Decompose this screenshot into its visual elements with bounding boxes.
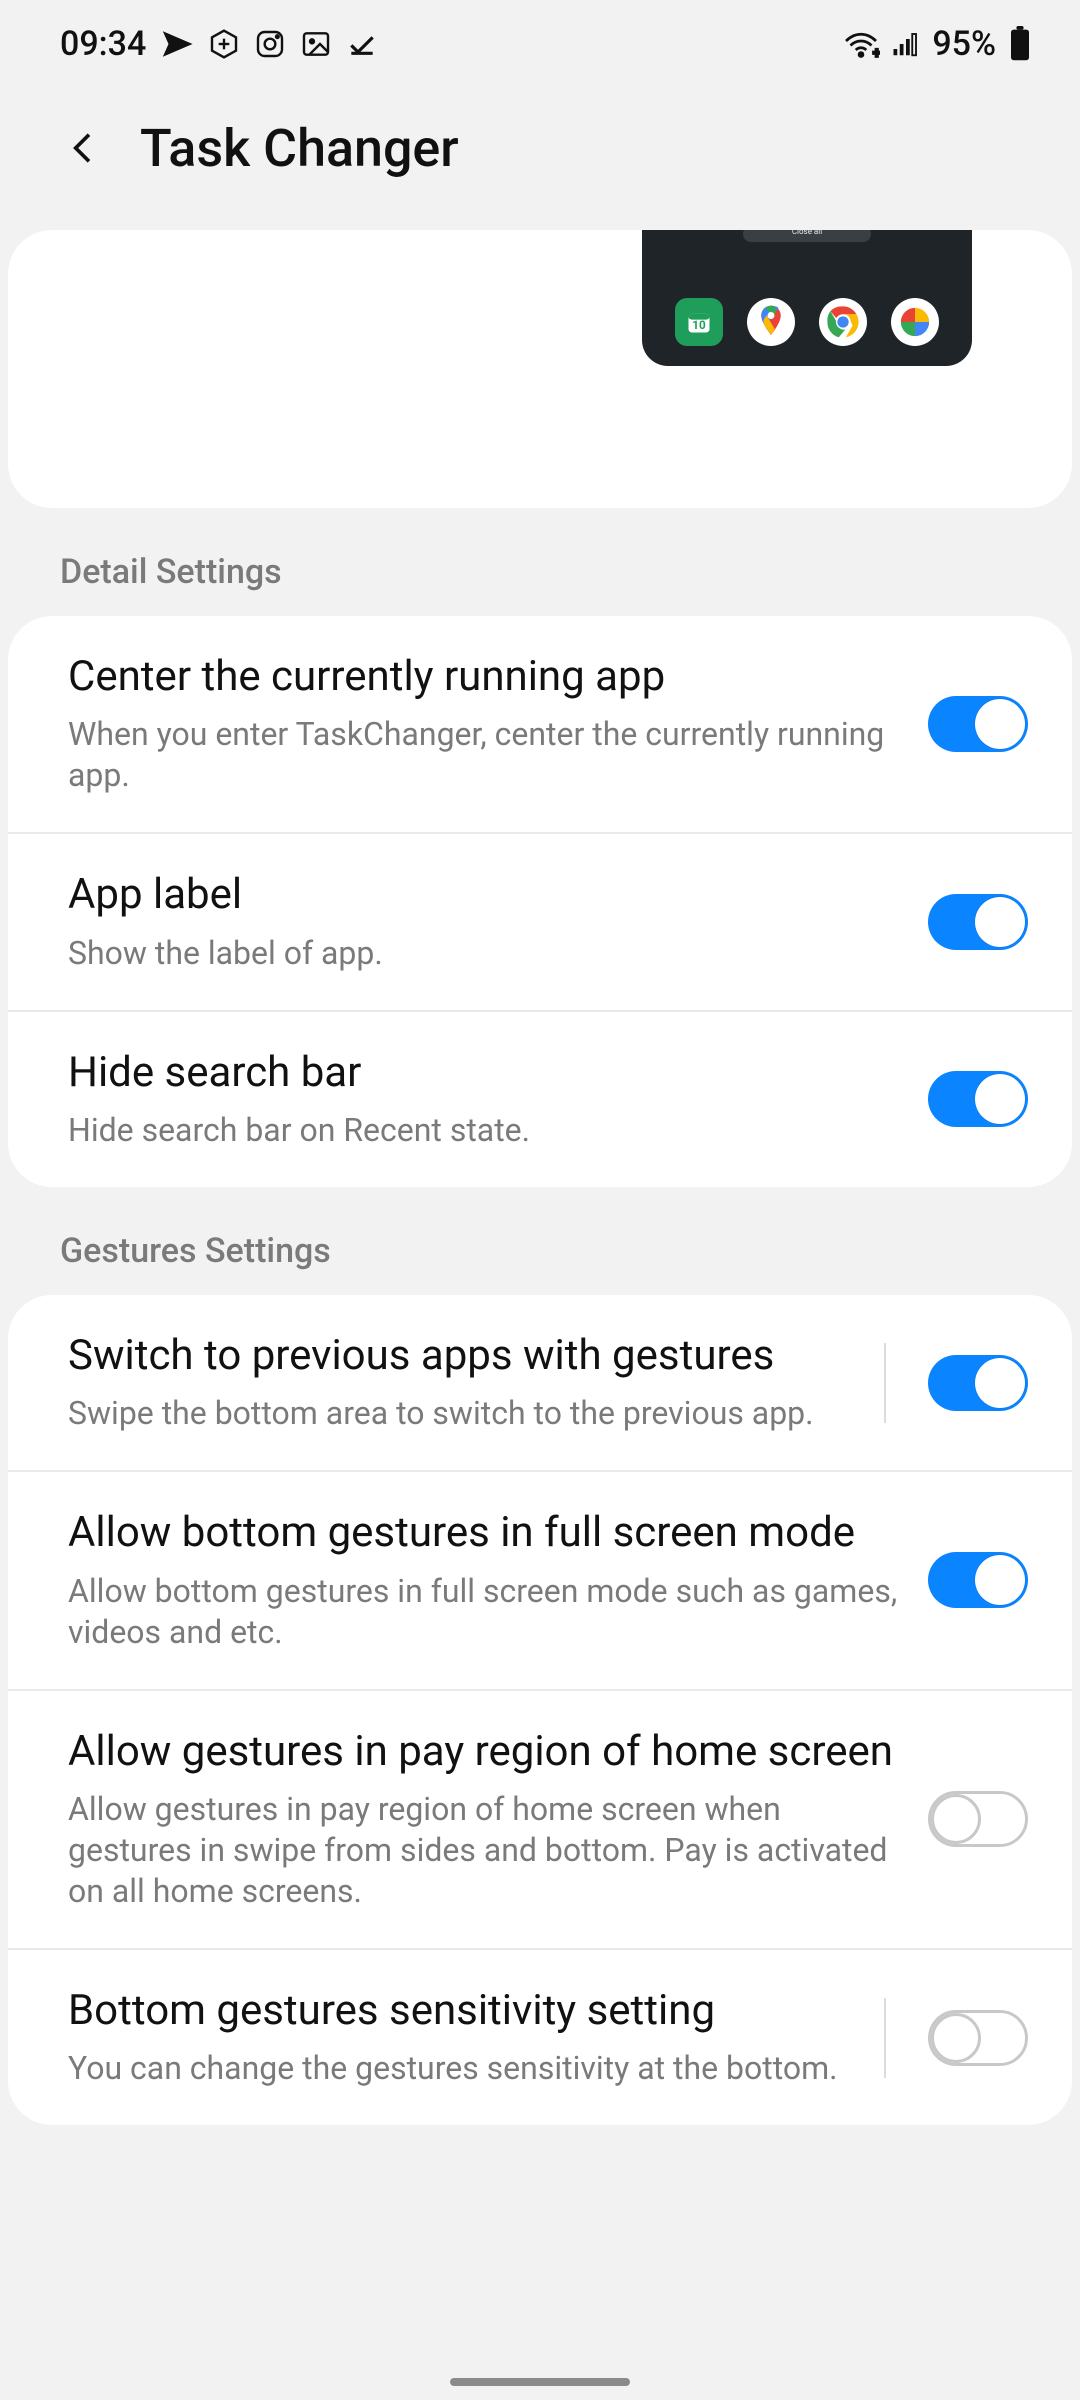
- preview-pill-text: Close all: [743, 230, 871, 236]
- status-bar: 09:34 + 95%: [0, 0, 1080, 88]
- setting-text: Bottom gestures sensitivity setting You …: [68, 1986, 860, 2089]
- section-gestures-label: Gestures Settings: [8, 1187, 1072, 1295]
- picture-icon: [300, 28, 332, 60]
- calendar-app-icon: 10: [675, 298, 723, 346]
- toggle-full-screen[interactable]: [928, 1552, 1028, 1608]
- vertical-separator: [884, 1343, 886, 1423]
- toggle-center-app[interactable]: [928, 696, 1028, 752]
- svg-text:10: 10: [692, 318, 706, 332]
- hexagon-icon: [208, 28, 240, 60]
- setting-title: Allow gestures in pay region of home scr…: [68, 1727, 904, 1777]
- preview-dock: 10: [675, 298, 939, 346]
- setting-desc: Show the label of app.: [68, 933, 904, 974]
- setting-desc: You can change the gestures sensitivity …: [68, 2048, 860, 2089]
- photos-app-icon: [891, 298, 939, 346]
- setting-sensitivity[interactable]: Bottom gestures sensitivity setting You …: [8, 1948, 1072, 2125]
- setting-text: Switch to previous apps with gestures Sw…: [68, 1331, 860, 1434]
- setting-app-label[interactable]: App label Show the label of app.: [8, 832, 1072, 1009]
- setting-text: Allow bottom gestures in full screen mod…: [68, 1508, 904, 1652]
- setting-desc: Allow bottom gestures in full screen mod…: [68, 1571, 904, 1653]
- setting-desc: When you enter TaskChanger, center the c…: [68, 714, 904, 796]
- status-right: + 95%: [842, 24, 1032, 64]
- content[interactable]: Close all 10 Detail Settings: [0, 208, 1080, 2378]
- setting-full-screen[interactable]: Allow bottom gestures in full screen mod…: [8, 1470, 1072, 1688]
- maps-app-icon: [747, 298, 795, 346]
- setting-title: Bottom gestures sensitivity setting: [68, 1986, 860, 2036]
- section-detail-label: Detail Settings: [8, 508, 1072, 616]
- setting-title: Allow bottom gestures in full screen mod…: [68, 1508, 904, 1558]
- setting-title: Switch to previous apps with gestures: [68, 1331, 860, 1381]
- toggle-hide-search[interactable]: [928, 1071, 1028, 1127]
- wifi-icon: +: [842, 29, 880, 59]
- setting-switch-prev[interactable]: Switch to previous apps with gestures Sw…: [8, 1295, 1072, 1470]
- battery-percent: 95%: [932, 24, 996, 64]
- setting-text: Allow gestures in pay region of home scr…: [68, 1727, 904, 1912]
- vertical-separator: [884, 1998, 886, 2078]
- instagram-icon: [254, 28, 286, 60]
- setting-title: Center the currently running app: [68, 652, 904, 702]
- preview-close-pill: Close all: [743, 230, 871, 242]
- preview-phone-mock: Close all 10: [642, 230, 972, 366]
- detail-settings-card: Center the currently running app When yo…: [8, 616, 1072, 1187]
- setting-title: Hide search bar: [68, 1048, 904, 1098]
- setting-pay-region[interactable]: Allow gestures in pay region of home scr…: [8, 1689, 1072, 1948]
- app-bar: Task Changer: [0, 88, 1080, 208]
- send-icon: [160, 27, 194, 61]
- battery-icon: [1008, 26, 1032, 62]
- setting-text: App label Show the label of app.: [68, 870, 904, 973]
- status-left: 09:34: [60, 24, 378, 64]
- back-button[interactable]: [60, 124, 108, 172]
- clock: 09:34: [60, 24, 146, 64]
- setting-hide-search[interactable]: Hide search bar Hide search bar on Recen…: [8, 1010, 1072, 1187]
- page-title: Task Changer: [140, 118, 459, 179]
- signal-icon: [890, 29, 922, 59]
- setting-desc: Allow gestures in pay region of home scr…: [68, 1789, 904, 1912]
- toggle-pay-region[interactable]: [928, 1791, 1028, 1847]
- toggle-sensitivity[interactable]: [928, 2010, 1028, 2066]
- setting-title: App label: [68, 870, 904, 920]
- preview-card: Close all 10: [8, 230, 1072, 508]
- gestures-settings-card: Switch to previous apps with gestures Sw…: [8, 1295, 1072, 2125]
- setting-text: Center the currently running app When yo…: [68, 652, 904, 796]
- toggle-app-label[interactable]: [928, 894, 1028, 950]
- nav-handle[interactable]: [450, 2378, 630, 2386]
- setting-text: Hide search bar Hide search bar on Recen…: [68, 1048, 904, 1151]
- setting-center-app[interactable]: Center the currently running app When yo…: [8, 616, 1072, 832]
- setting-desc: Swipe the bottom area to switch to the p…: [68, 1393, 860, 1434]
- chrome-app-icon: [819, 298, 867, 346]
- setting-desc: Hide search bar on Recent state.: [68, 1110, 904, 1151]
- check-icon: [346, 28, 378, 60]
- chevron-left-icon: [64, 128, 104, 168]
- toggle-switch-prev[interactable]: [928, 1355, 1028, 1411]
- svg-text:+: +: [873, 46, 880, 60]
